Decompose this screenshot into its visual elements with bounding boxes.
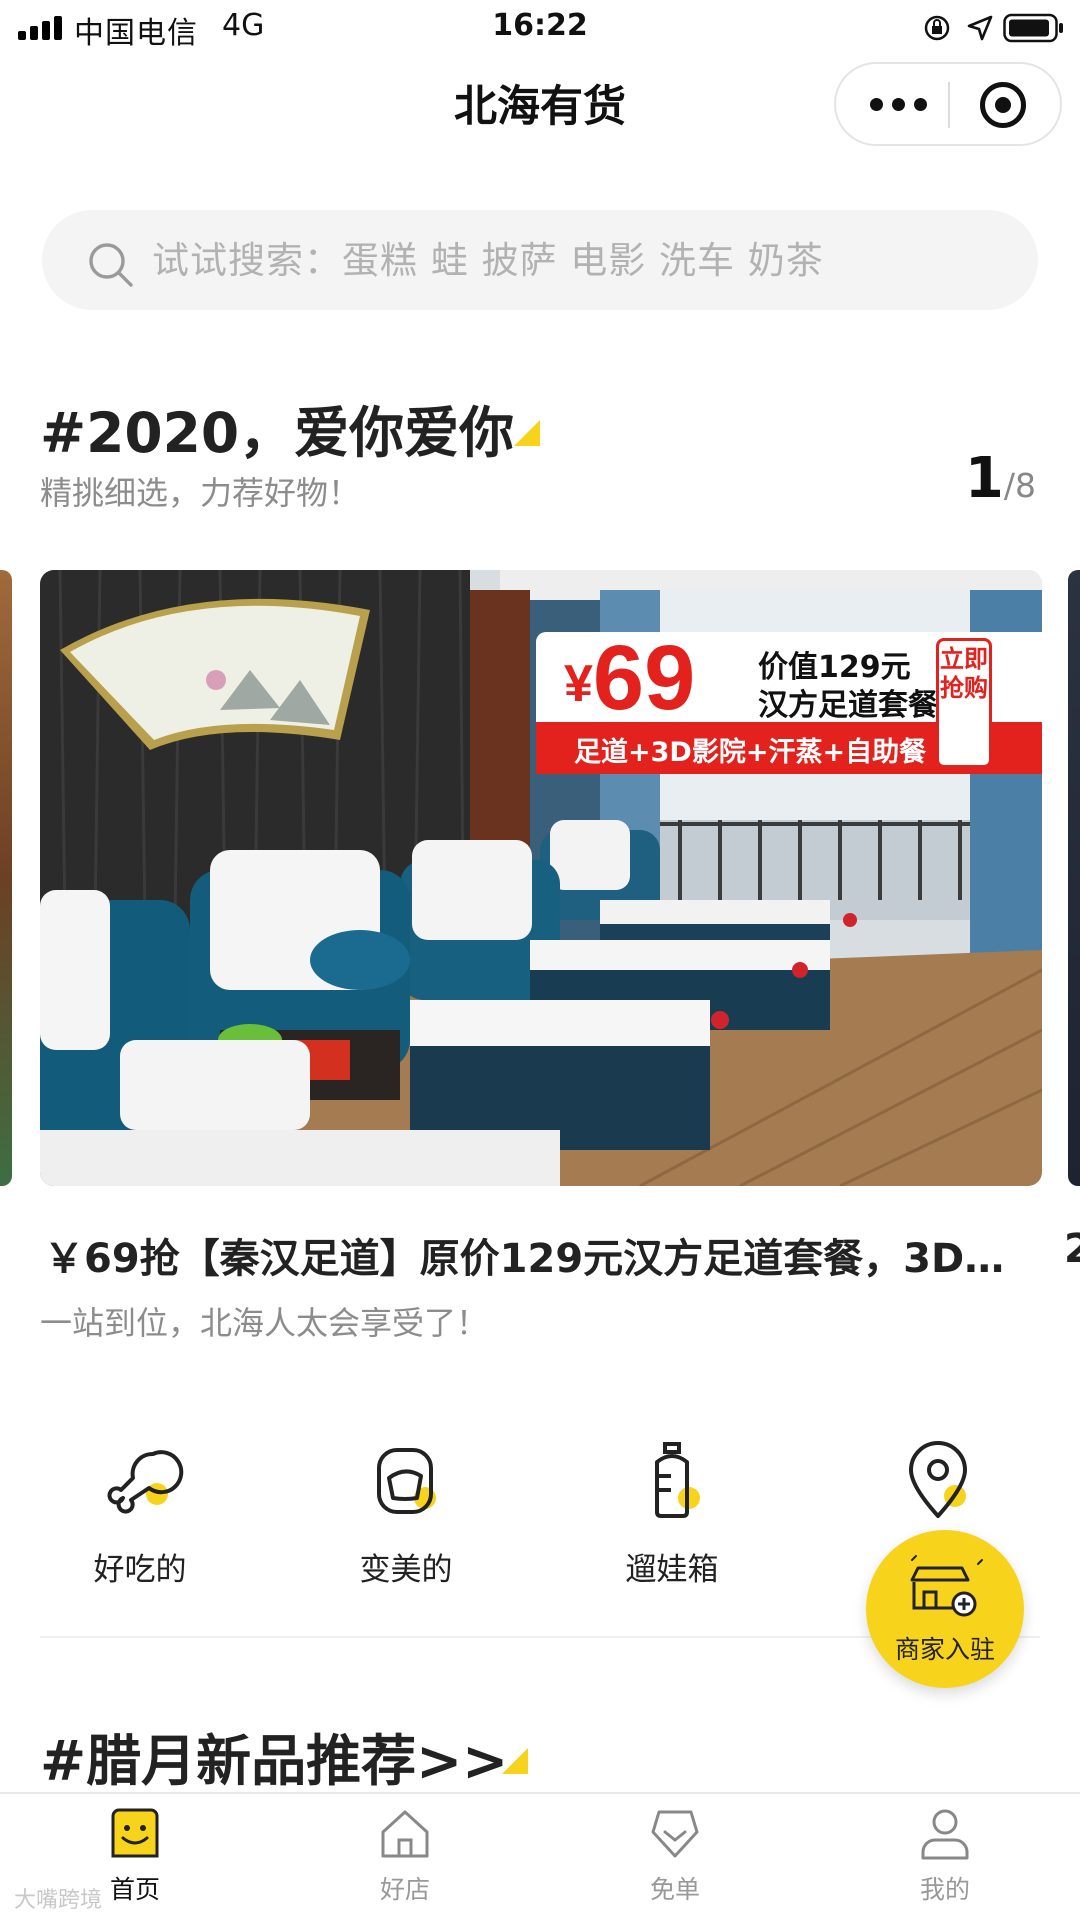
- tab-label: 我的: [919, 1875, 970, 1904]
- baby-bottle-icon: [655, 1442, 700, 1518]
- miniprogram-capsule: [834, 62, 1062, 146]
- item-title[interactable]: ￥69抢【秦汉足道】原价129元汉方足道套餐，3D影院+汗蒸+自助餐: [44, 1226, 1024, 1284]
- title-corner-accent: [514, 420, 540, 446]
- merchant-join-label: 商家入驻: [894, 1635, 995, 1664]
- category-label: 好吃的: [93, 1552, 187, 1588]
- promo-price: ¥69: [564, 626, 695, 731]
- tab-label: 好店: [379, 1875, 430, 1904]
- category-label: 变美的: [359, 1552, 453, 1588]
- carousel-pager: 1/8: [965, 446, 1036, 511]
- promo-badge: ¥69 价值129元 汉方足道套餐 足道+3D影院+汗蒸+自助餐 立即抢购: [536, 627, 1042, 774]
- search-input[interactable]: [152, 210, 1012, 310]
- house-icon: [381, 1810, 429, 1858]
- merchant-join-button[interactable]: 商家入驻: [866, 1530, 1024, 1688]
- category-kids[interactable]: 遛娃箱: [572, 1436, 772, 1588]
- category-beauty[interactable]: 变美的: [306, 1436, 506, 1588]
- buy-now-tag[interactable]: 立即抢购: [936, 638, 992, 768]
- rotation-lock-icon: [924, 15, 950, 41]
- pager-current: 1: [964, 446, 1004, 511]
- search-icon: [89, 243, 133, 287]
- section-title: #2020，爱你爱你: [40, 401, 515, 465]
- title-corner-accent: [502, 1748, 528, 1774]
- status-bar: 中国电信 4G 16:22: [0, 0, 1080, 54]
- tab-label: 免单: [649, 1875, 700, 1904]
- shield-check-icon: [651, 1810, 699, 1858]
- tab-profile[interactable]: 我的: [870, 1808, 1020, 1906]
- tab-free[interactable]: 免单: [600, 1808, 750, 1906]
- search-bar[interactable]: [42, 210, 1038, 310]
- promo-package-line: 汉方足道套餐: [758, 688, 938, 723]
- capsule-divider: [948, 82, 950, 128]
- more-icon[interactable]: [870, 92, 930, 116]
- location-pin-icon: [909, 1441, 967, 1518]
- carousel-prev-card[interactable]: [0, 570, 12, 1186]
- mirror-icon: [377, 1448, 436, 1514]
- item-subtitle: 一站到位，北海人太会享受了！: [40, 1304, 489, 1342]
- banner-image[interactable]: ¥69 价值129元 汉方足道套餐 足道+3D影院+汗蒸+自助餐 立即抢购: [40, 570, 1042, 1186]
- carousel-next-card[interactable]: [1068, 570, 1080, 1186]
- promo-price-value: 69: [592, 627, 696, 729]
- promo-price-symbol: ¥: [564, 655, 593, 713]
- user-icon: [921, 1809, 969, 1860]
- watermark: 大嘴跨境: [14, 1888, 103, 1913]
- status-time: 16:22: [492, 8, 588, 43]
- promo-features: 足道+3D影院+汗蒸+自助餐: [574, 737, 927, 768]
- shop-add-icon: [910, 1555, 983, 1617]
- location-arrow-icon: [967, 15, 993, 41]
- drumstick-icon: [107, 1450, 184, 1514]
- close-target-icon[interactable]: [980, 82, 1026, 128]
- next-item-peek: 2: [1064, 1226, 1080, 1272]
- battery-icon: [1003, 13, 1063, 43]
- section-subtitle: 精挑细选，力荐好物！: [40, 474, 361, 512]
- section2-title: #腊月新品推荐>>: [40, 1729, 509, 1793]
- category-label: 遛娃箱: [625, 1552, 719, 1588]
- smile-home-icon: [111, 1808, 159, 1858]
- category-food[interactable]: 好吃的: [40, 1436, 240, 1588]
- tab-bar: 首页 好店 免单 我的: [0, 1792, 1080, 1920]
- pager-total: /8: [1003, 466, 1036, 505]
- tab-shops[interactable]: 好店: [330, 1808, 480, 1906]
